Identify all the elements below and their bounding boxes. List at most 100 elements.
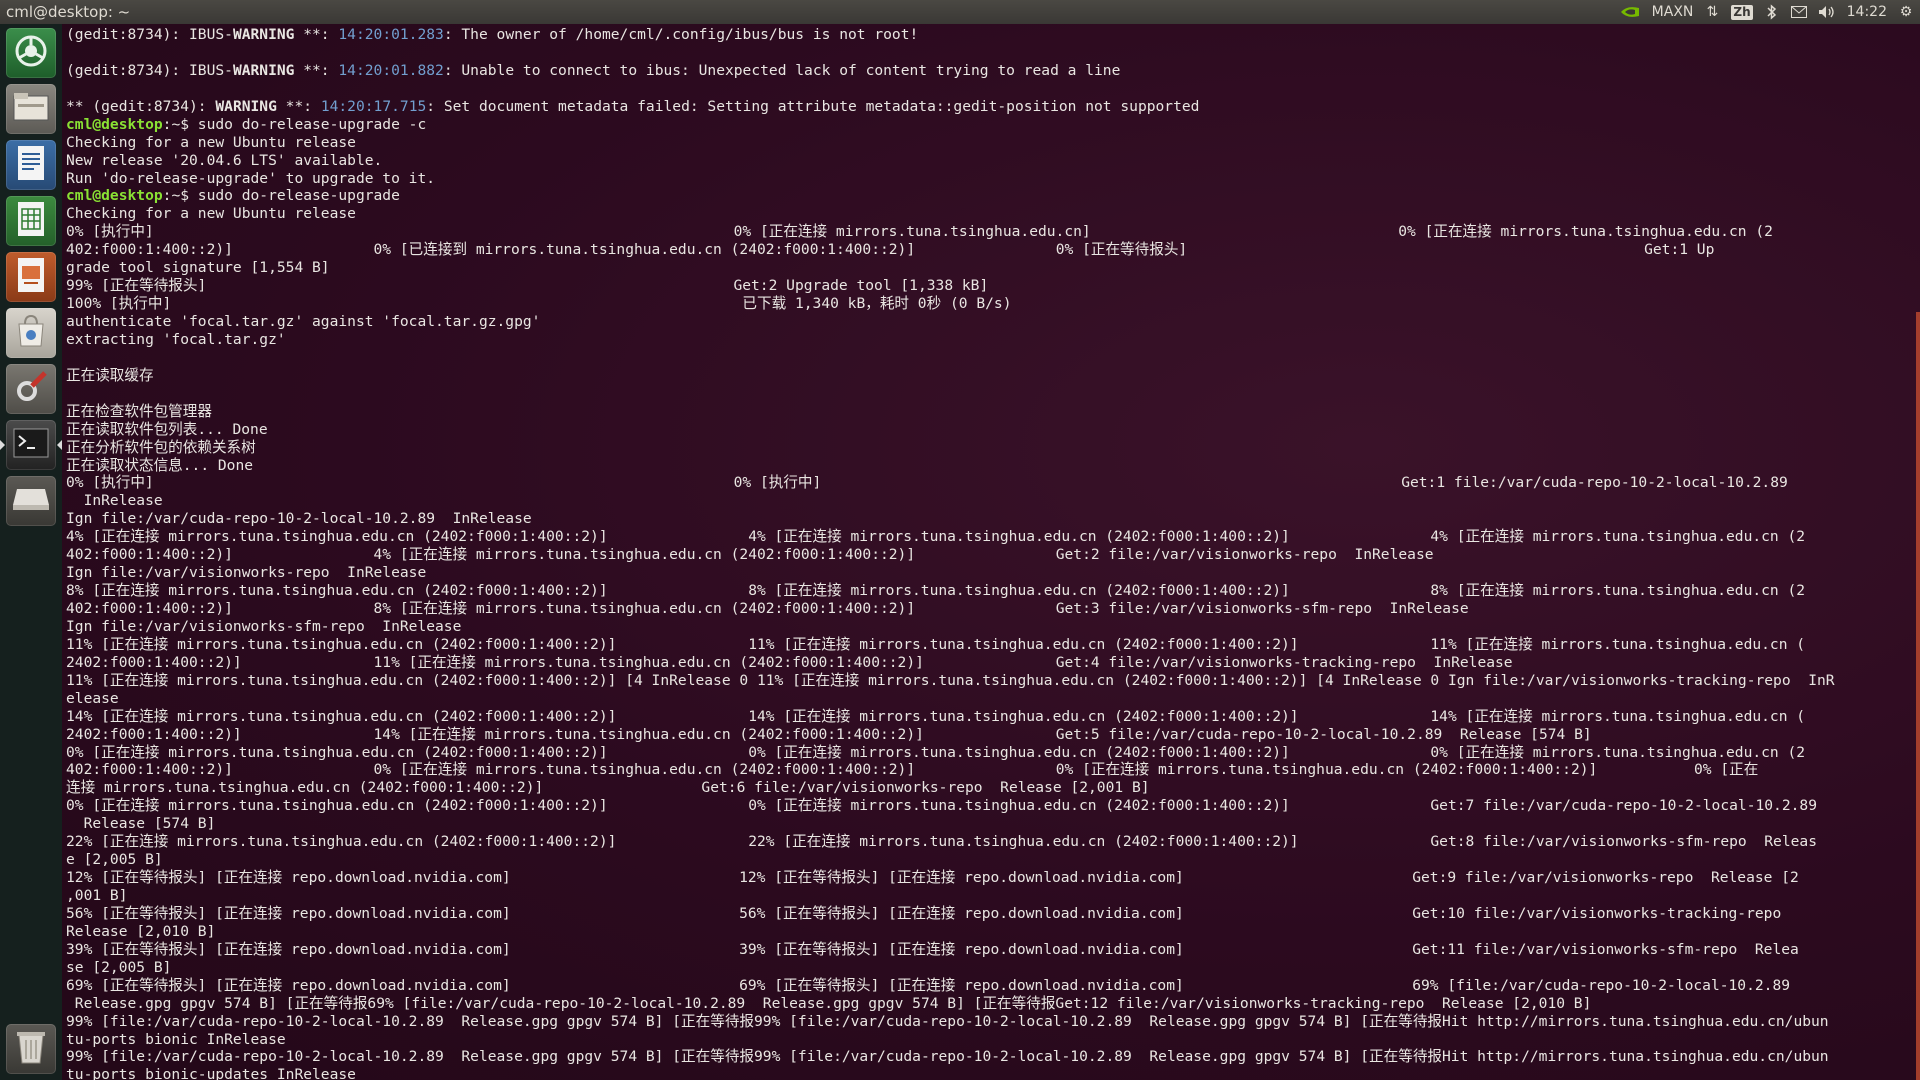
terminal-scrollbar[interactable] [1916,312,1920,1080]
warning-keyword: WARNING [232,26,295,43]
files-icon [13,92,49,126]
terminal-line: e [2,005 B] [66,851,163,869]
terminal-line: ** (gedit:8734): WARNING **: 14:20:17.71… [66,98,1835,116]
terminal-line: tu-ports bionic-updates InRelease [66,1066,356,1080]
launcher-item-impress[interactable] [6,252,56,302]
chromium-icon [14,34,48,72]
launcher-item-writer[interactable] [6,140,56,190]
terminal-line: 4% [正在连接 mirrors.tuna.tsinghua.edu.cn (2… [66,528,1806,546]
bluetooth-icon[interactable] [1764,3,1780,21]
terminal-line: 0% [执行中] 0% [正在连接 mirrors.tuna.tsinghua.… [66,223,1773,241]
launcher-item-drive[interactable] [6,476,56,526]
terminal-line: tu-ports bionic InRelease [66,1030,286,1048]
terminal-line: 99% [正在等待报头] Get:2 Upgrade tool [1,338 k… [66,277,989,295]
terminal-line: Release [574 B] [66,815,216,833]
nvidia-icon[interactable] [1619,3,1641,21]
terminal-line: (gedit:8734): IBUS-WARNING **: 14:20:01.… [66,62,1835,80]
terminal-line: 0% [正在连接 mirrors.tuna.tsinghua.edu.cn (2… [66,797,1817,815]
terminal-line: 402:f000:1:400::2)] 0% [已连接到 mirrors.tun… [66,241,1715,259]
log-separator: **: [294,26,339,43]
launcher-item-calc[interactable] [6,196,56,246]
drive-icon [12,487,50,515]
clock[interactable]: 14:22 [1847,3,1887,21]
prompt-user-host: cml@desktop [66,115,163,133]
terminal-line: Checking for a new Ubuntu release [66,133,356,151]
prompt-user-host: cml@desktop [66,187,163,205]
terminal-line: 正在分析软件包的依赖关系树 [66,438,256,456]
settings-icon [14,370,48,408]
terminal-line: Ign file:/var/visionworks-repo InRelease [66,564,427,582]
terminal-icon [13,428,49,462]
terminal-line: 402:f000:1:400::2)] 4% [正在连接 mirrors.tun… [66,546,1434,564]
terminal-line: 39% [正在等待报头] [正在连接 repo.download.nvidia.… [66,940,1799,958]
terminal-line: extracting 'focal.tar.gz' [66,330,286,348]
terminal-line: 0% [正在连接 mirrors.tuna.tsinghua.edu.cn (2… [66,743,1806,761]
warning-keyword: WARNING [232,61,295,79]
terminal-line: InRelease [66,492,163,510]
launcher-item-files[interactable] [6,84,56,134]
terminal-line: se [2,005 B] [66,958,172,976]
launcher-item-settings[interactable] [6,364,56,414]
terminal-line: 11% [正在连接 mirrors.tuna.tsinghua.edu.cn (… [66,635,1806,653]
terminal-line: 12% [正在等待报头] [正在连接 repo.download.nvidia.… [66,869,1799,887]
mail-icon[interactable] [1790,3,1807,21]
log-message: : Set document metadata failed: Setting … [426,97,1200,115]
terminal-window[interactable]: (gedit:8734): IBUS-WARNING **: 14:20:01.… [62,24,1920,1080]
terminal-line: 100% [执行中] 已下载 1,340 kB，耗时 0秒 (0 B/s) [66,295,1012,313]
log-separator: **: [294,61,339,79]
network-transfer-icon[interactable]: ⇅ [1704,3,1720,21]
log-message: : The owner of /home/cml/.config/ibus/bu… [443,26,919,43]
log-separator: **: [276,97,321,115]
terminal-line: New release '20.04.6 LTS' available. [66,151,383,169]
terminal-line: 正在读取状态信息... Done [66,456,254,474]
gear-icon[interactable]: ⚙ [1898,3,1914,21]
terminal-output[interactable]: (gedit:8734): IBUS-WARNING **: 14:20:01.… [66,26,1835,1080]
command-text: sudo do-release-upgrade [189,187,400,205]
terminal-line: 0% [执行中] 0% [执行中] Get:1 file:/var/cuda-r… [66,474,1788,492]
log-timestamp: 14:20:17.715 [320,97,427,115]
terminal-line: 8% [正在连接 mirrors.tuna.tsinghua.edu.cn (2… [66,582,1806,600]
warning-keyword: WARNING [215,97,277,115]
terminal-line: 2402:f000:1:400::2)] 11% [正在连接 mirrors.t… [66,653,1513,671]
launcher-item-trash[interactable] [6,1024,56,1074]
terminal-line: elease [66,689,119,707]
launcher-item-terminal[interactable] [0,420,62,470]
volume-icon[interactable] [1818,3,1836,21]
terminal-line: 402:f000:1:400::2)] 8% [正在连接 mirrors.tun… [66,600,1469,617]
terminal-line: 正在读取软件包列表... Done [66,420,268,438]
log-source: (gedit:8734): IBUS- [66,26,233,43]
launcher-item-software-center[interactable] [6,308,56,358]
prompt-path: :~$ [162,115,190,133]
terminal-line: 22% [正在连接 mirrors.tuna.tsinghua.edu.cn (… [66,833,1817,851]
terminal-line: Checking for a new Ubuntu release [66,205,356,223]
calc-icon [16,201,46,241]
terminal-line: 99% [file:/var/cuda-repo-10-2-local-10.2… [66,1048,1829,1066]
terminal-line: 正在读取缓存 [66,366,154,384]
log-source: (gedit:8734): IBUS- [66,61,233,79]
terminal-line: 402:f000:1:400::2)] 0% [正在连接 mirrors.tun… [66,761,1759,779]
impress-icon [16,257,46,297]
launcher [0,24,63,1080]
log-timestamp: 14:20:01.283 [338,26,444,43]
log-source: ** (gedit:8734): [66,97,216,115]
window-title: cml@desktop: ~ [6,3,131,21]
power-mode-label[interactable]: MAXN [1652,3,1694,21]
terminal-line: Release [2,010 B] [66,922,216,940]
input-method-indicator[interactable]: Zh [1731,4,1753,20]
terminal-line: 99% [file:/var/cuda-repo-10-2-local-10.2… [66,1012,1829,1030]
terminal-line: ,001 B] [66,887,128,904]
launcher-item-chromium[interactable] [6,28,56,78]
terminal-line: Run 'do-release-upgrade' to upgrade to i… [66,169,436,187]
command-text: sudo do-release-upgrade -c [189,115,427,133]
terminal-line: 56% [正在等待报头] [正在连接 repo.download.nvidia.… [66,904,1782,922]
software-center-icon [15,314,47,352]
terminal-line: 连接 mirrors.tuna.tsinghua.edu.cn (2402:f0… [66,779,1150,797]
terminal-line: cml@desktop:~$ sudo do-release-upgrade -… [66,116,1835,134]
terminal-line: 2402:f000:1:400::2)] 14% [正在连接 mirrors.t… [66,725,1592,743]
terminal-line: authenticate 'focal.tar.gz' against 'foc… [66,313,541,330]
writer-icon [16,145,46,185]
